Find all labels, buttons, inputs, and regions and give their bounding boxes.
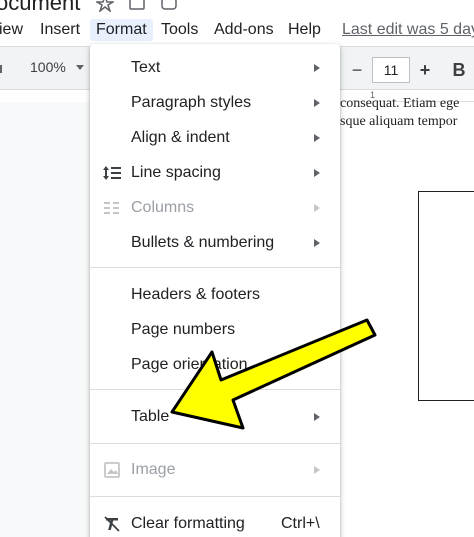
format-menu-item-headers-footers[interactable]: Headers & footers <box>90 278 340 312</box>
submenu-arrow-icon <box>314 134 320 142</box>
format-menu-item-line-spacing[interactable]: Line spacing <box>90 156 340 190</box>
format-menu-item-bullets-numbering[interactable]: Bullets & numbering <box>90 226 340 260</box>
document-shape-box[interactable] <box>418 191 474 401</box>
menu-view[interactable]: iew <box>0 19 29 41</box>
menu-add-ons[interactable]: Add-ons <box>208 19 280 41</box>
menu-item-label: Table <box>131 408 170 425</box>
menu-bar: iew Insert Format Tools Add-ons Help Las… <box>0 14 474 44</box>
menu-item-label: Line spacing <box>131 164 221 181</box>
format-menu-item-image: Image <box>90 453 340 487</box>
menu-item-label: Align & indent <box>131 129 230 146</box>
bold-button[interactable]: B <box>448 57 470 83</box>
menu-help[interactable]: Help <box>282 19 327 41</box>
font-size-input[interactable]: 11 <box>372 57 410 83</box>
menu-separator <box>90 496 340 497</box>
star-icon[interactable] <box>96 0 114 12</box>
menu-tools[interactable]: Tools <box>155 19 204 41</box>
format-menu-item-clear-formatting[interactable]: Clear formatting Ctrl+\ <box>90 507 340 537</box>
submenu-arrow-icon <box>314 204 320 212</box>
keyboard-shortcut: Ctrl+\ <box>281 515 320 532</box>
toolbar-overflow-icon[interactable] <box>0 61 6 77</box>
format-menu-item-align-indent[interactable]: Align & indent <box>90 121 340 155</box>
menu-separator <box>90 443 340 444</box>
menu-item-label: Page orientation <box>131 356 248 373</box>
title-bar: ocument <box>0 0 474 14</box>
menu-item-label: Paragraph styles <box>131 94 252 111</box>
cloud-status-icon[interactable] <box>160 0 178 12</box>
last-edit-link[interactable]: Last edit was 5 day <box>342 19 474 41</box>
document-text-line[interactable]: consequat. Etiam ege <box>340 96 459 112</box>
format-menu: Text Paragraph styles Align & indent Lin… <box>90 44 340 537</box>
submenu-arrow-icon <box>314 239 320 247</box>
format-menu-item-table[interactable]: Table <box>90 400 340 434</box>
menu-item-label: Columns <box>131 199 195 216</box>
menu-item-label: Image <box>131 461 176 478</box>
move-folder-icon[interactable] <box>128 0 146 12</box>
format-menu-item-page-orientation[interactable]: Page orientation <box>90 348 340 382</box>
format-menu-item-page-numbers[interactable]: Page numbers <box>90 313 340 347</box>
decrease-font-size-button[interactable]: − <box>345 57 369 83</box>
document-canvas-margin <box>0 102 90 537</box>
menu-item-label: Page numbers <box>131 321 236 338</box>
menu-separator <box>90 389 340 390</box>
menu-item-label: Bullets & numbering <box>131 234 275 251</box>
submenu-arrow-icon <box>314 169 320 177</box>
menu-item-label: Text <box>131 59 161 76</box>
menu-format[interactable]: Format <box>90 19 153 41</box>
image-icon <box>104 462 120 478</box>
clear-formatting-icon <box>104 516 120 532</box>
increase-font-size-button[interactable]: + <box>413 57 437 83</box>
submenu-arrow-icon <box>314 99 320 107</box>
menu-item-label: Headers & footers <box>131 286 260 303</box>
document-title[interactable]: ocument <box>0 0 80 14</box>
submenu-arrow-icon <box>314 413 320 421</box>
submenu-arrow-icon <box>314 64 320 72</box>
menu-separator <box>90 267 340 268</box>
line-spacing-icon <box>103 166 121 180</box>
zoom-select[interactable]: 100% <box>30 59 66 75</box>
format-menu-item-text[interactable]: Text <box>90 51 340 85</box>
columns-icon <box>104 202 119 214</box>
format-menu-item-columns: Columns <box>90 191 340 225</box>
zoom-caret-icon[interactable] <box>76 65 84 70</box>
submenu-arrow-icon <box>314 466 320 474</box>
format-menu-item-paragraph-styles[interactable]: Paragraph styles <box>90 86 340 120</box>
menu-item-label: Clear formatting <box>131 515 245 532</box>
menu-insert[interactable]: Insert <box>34 19 86 41</box>
document-text-line[interactable]: sque aliquam tempor <box>340 114 457 130</box>
